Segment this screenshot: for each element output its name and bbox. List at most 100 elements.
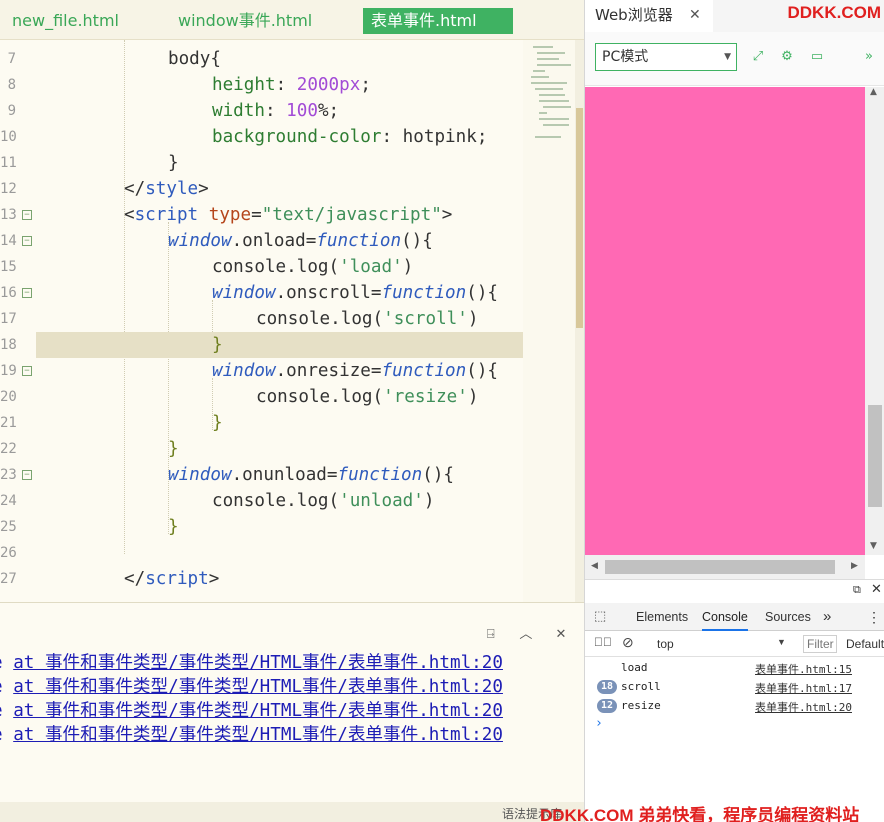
code-line[interactable]: </script>: [36, 566, 523, 592]
undock-icon[interactable]: ⧉: [853, 583, 861, 597]
code-line[interactable]: body{: [36, 46, 523, 72]
scroll-up-arrow-icon[interactable]: ▲: [870, 87, 877, 97]
kebab-menu-icon[interactable]: ⋮: [867, 603, 881, 631]
console-log-line: e at 事件和事件类型/事件类型/HTML事件/表单事件.html:20: [0, 675, 503, 699]
sidebar-toggle-icon[interactable]: ▶⃞: [594, 635, 612, 649]
code-token: window: [212, 283, 276, 303]
code-token: }: [168, 153, 179, 173]
tab-console[interactable]: Console: [702, 603, 748, 631]
inspect-element-icon[interactable]: ⬚: [594, 608, 606, 624]
code-line[interactable]: height: 2000px;: [36, 72, 523, 98]
minimap[interactable]: [523, 40, 575, 602]
line-number: 8: [7, 77, 16, 93]
code-line[interactable]: window.onscroll=function(){: [36, 280, 523, 306]
code-token: .onunload=: [231, 465, 338, 485]
tab-window-events[interactable]: window事件.html: [170, 8, 320, 34]
code-token: =: [251, 205, 262, 225]
mode-select[interactable]: PC模式 ▼: [595, 43, 737, 71]
context-select[interactable]: top: [657, 637, 674, 651]
message-source-link[interactable]: 表单事件.html:17: [755, 680, 852, 696]
code-line[interactable]: console.log('resize'): [36, 384, 523, 410]
fold-toggle-icon[interactable]: −: [22, 288, 32, 298]
code-line[interactable]: window.onresize=function(){: [36, 358, 523, 384]
collapse-up-icon[interactable]: ︿: [517, 626, 535, 644]
tab-sources[interactable]: Sources: [765, 603, 811, 631]
code-line[interactable]: }: [36, 150, 523, 176]
code-token: <: [124, 205, 135, 225]
code-line[interactable]: window.onload=function(){: [36, 228, 523, 254]
browser-toolbar: PC模式 ▼ ⤢ ⚙ ▭ »: [585, 32, 884, 86]
tab-form-events[interactable]: 表单事件.html: [363, 8, 513, 34]
more-tabs-icon[interactable]: »: [823, 603, 831, 631]
code-area[interactable]: body{height: 2000px; width: 100%; backgrou…: [36, 40, 523, 602]
code-token: 100: [286, 101, 318, 121]
close-icon[interactable]: ✕: [689, 0, 701, 30]
export-icon[interactable]: ⍈: [482, 626, 500, 644]
console-log-line: e at 事件和事件类型/事件类型/HTML事件/表单事件.html:20: [0, 723, 503, 747]
page-viewport[interactable]: [585, 87, 865, 555]
viewport-horizontal-scrollbar[interactable]: ◀ ▶: [585, 555, 865, 579]
settings-gear-icon[interactable]: ⚙: [779, 49, 795, 65]
source-link[interactable]: at 事件和事件类型/事件类型/HTML事件/表单事件.html:20: [13, 701, 503, 721]
code-line[interactable]: window.onunload=function(){: [36, 462, 523, 488]
code-line[interactable]: }: [36, 436, 523, 462]
clear-console-icon[interactable]: ⊘: [622, 634, 634, 651]
code-line[interactable]: [36, 540, 523, 566]
tab-elements[interactable]: Elements: [636, 603, 688, 631]
console-filter-bar: ▶⃞ ⊘ top ▼ Filter Default: [585, 631, 884, 657]
editor-vertical-scrollbar[interactable]: [575, 40, 584, 602]
line-number: 22: [0, 441, 17, 457]
tab-new-file[interactable]: new_file.html: [4, 8, 127, 34]
viewport-hscroll-thumb[interactable]: [605, 560, 835, 574]
code-token: }: [212, 335, 223, 355]
source-link[interactable]: at 事件和事件类型/事件类型/HTML事件/表单事件.html:20: [13, 725, 503, 745]
scroll-right-arrow-icon[interactable]: ▶: [851, 561, 858, 571]
code-token: ): [467, 387, 479, 407]
code-token: 2000px: [296, 75, 361, 95]
open-external-icon[interactable]: ⤢: [750, 49, 766, 65]
code-editor[interactable]: 7 8 9 10 11 12 13−14−15 16−17 18 19−20 21 22 23−24 25…: [0, 40, 584, 602]
code-token: window: [168, 465, 232, 485]
chevron-down-icon[interactable]: ▼: [777, 637, 786, 647]
code-line[interactable]: }: [36, 514, 523, 540]
scroll-left-arrow-icon[interactable]: ◀: [591, 561, 598, 571]
fold-toggle-icon[interactable]: −: [22, 236, 32, 246]
message-source-link[interactable]: 表单事件.html:15: [755, 661, 852, 677]
code-line[interactable]: console.log('load'): [36, 254, 523, 280]
line-number: 24: [0, 493, 17, 509]
tab-web-browser[interactable]: Web浏览器 ✕: [585, 0, 713, 32]
line-number: 13: [0, 207, 17, 223]
code-line[interactable]: }: [36, 410, 523, 436]
console-panel-toolbar: ⍈ ︿ ✕: [470, 623, 570, 643]
code-line[interactable]: background-color: hotpink;: [36, 124, 523, 150]
terminal-icon[interactable]: ▭: [809, 49, 825, 65]
source-link[interactable]: at 事件和事件类型/事件类型/HTML事件/表单事件.html:20: [13, 653, 503, 673]
console-prompt[interactable]: ›: [585, 716, 884, 735]
close-panel-icon[interactable]: ✕: [552, 626, 570, 644]
close-devtools-icon[interactable]: ✕: [871, 582, 882, 597]
code-token: 'load': [339, 257, 403, 277]
log-levels-select[interactable]: Default: [846, 637, 884, 651]
code-line[interactable]: </style>: [36, 176, 523, 202]
filter-input[interactable]: Filter: [803, 635, 837, 653]
scroll-down-arrow-icon[interactable]: ▼: [870, 541, 877, 551]
log-prefix: e: [0, 701, 13, 721]
editor-scroll-thumb[interactable]: [576, 108, 583, 328]
more-chevron-icon[interactable]: »: [861, 49, 877, 65]
fold-toggle-icon[interactable]: −: [22, 210, 32, 220]
code-line[interactable]: width: 100%;: [36, 98, 523, 124]
code-token: script: [134, 205, 199, 225]
fold-toggle-icon[interactable]: −: [22, 470, 32, 480]
viewport-vertical-scrollbar[interactable]: ▲ ▼: [865, 87, 884, 555]
watermark: DDKK.COM 弟弟快看，程序员编程资料站: [540, 806, 860, 822]
code-line[interactable]: console.log('scroll'): [36, 306, 523, 332]
source-link[interactable]: at 事件和事件类型/事件类型/HTML事件/表单事件.html:20: [13, 677, 503, 697]
message-source-link[interactable]: 表单事件.html:20: [755, 699, 852, 715]
line-number: 23: [0, 467, 17, 483]
viewport-scroll-thumb[interactable]: [868, 405, 882, 507]
line-number: 27: [0, 571, 17, 587]
fold-toggle-icon[interactable]: −: [22, 366, 32, 376]
code-line[interactable]: console.log('unload'): [36, 488, 523, 514]
code-line[interactable]: <script type="text/javascript">: [36, 202, 523, 228]
code-line[interactable]: }: [36, 332, 523, 358]
